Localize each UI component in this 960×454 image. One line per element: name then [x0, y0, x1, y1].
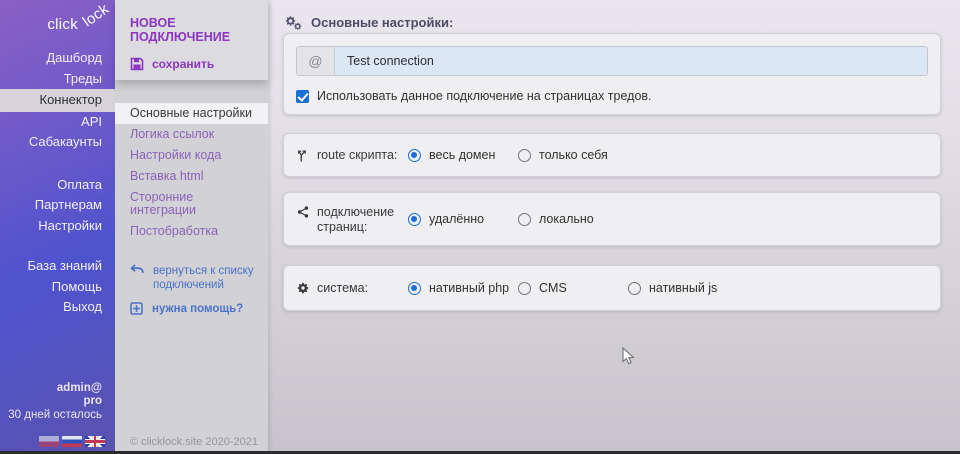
sidebar-item-dashboard[interactable]: Дашборд	[0, 48, 115, 69]
radio-native-php[interactable]: нативный php	[408, 281, 518, 295]
panel-header: НОВОЕ ПОДКЛЮЧЕНИЕ сохранить	[115, 0, 268, 80]
radio-native-js[interactable]: нативный js	[628, 281, 717, 295]
route-label: route скрипта:	[296, 147, 408, 163]
radio-label: весь домен	[429, 148, 495, 162]
connection-name-group: @	[296, 46, 928, 76]
radio-icon	[408, 282, 421, 295]
account-email: admin@	[8, 382, 102, 396]
gear-icon	[296, 280, 310, 294]
system-label: система:	[296, 280, 408, 296]
radio-icon	[518, 213, 531, 226]
poland-flag-icon[interactable]	[39, 436, 59, 447]
radio-label: нативный js	[649, 281, 717, 295]
radio-icon	[628, 282, 641, 295]
main-content: Основные настройки: @ Использовать данно…	[268, 0, 960, 454]
use-connection-row: Использовать данное подключение на стран…	[296, 89, 928, 103]
menu-item-basic-settings[interactable]: Основные настройки	[115, 103, 268, 124]
menu-item-integrations[interactable]: Сторонние интеграции	[115, 187, 268, 221]
use-connection-label: Использовать данное подключение на стран…	[317, 89, 652, 103]
save-button[interactable]: сохранить	[130, 57, 268, 71]
nav-gap	[0, 153, 115, 175]
radio-label: нативный php	[429, 281, 509, 295]
need-help-link[interactable]: нужна помощь?	[130, 302, 268, 316]
clicklock-logo: click lock	[0, 0, 115, 48]
route-icon	[296, 147, 310, 162]
pages-connection-label: подключение страниц:	[296, 204, 408, 235]
sidebar-item-connector[interactable]: Коннектор	[0, 89, 115, 112]
primary-sidebar: click lock Дашборд Треды Коннектор API С…	[0, 0, 115, 454]
account-info: admin@ pro 30 дней осталось	[8, 382, 102, 423]
system-label-text: система:	[317, 280, 368, 296]
panel-title: НОВОЕ ПОДКЛЮЧЕНИЕ	[115, 0, 268, 44]
radio-only-self[interactable]: только себя	[518, 148, 608, 162]
account-days-left: 30 дней осталось	[8, 409, 102, 423]
help-link-label: нужна помощь?	[152, 302, 243, 316]
radio-label: локально	[539, 212, 594, 226]
help-plus-icon	[130, 302, 143, 315]
page-header: Основные настройки:	[283, 0, 941, 33]
logo-text-click: click	[47, 16, 78, 33]
back-link-label: вернуться к списку подключений	[153, 264, 261, 292]
main-nav: Дашборд Треды Коннектор API Сабакаунты О…	[0, 48, 115, 318]
radio-icon	[408, 149, 421, 162]
sidebar-item-threads[interactable]: Треды	[0, 69, 115, 90]
account-plan: pro	[8, 395, 102, 409]
connection-name-card: @ Использовать данное подключение на стр…	[283, 33, 941, 115]
radio-remote[interactable]: удалённо	[408, 212, 518, 226]
radio-label: только себя	[539, 148, 608, 162]
mouse-cursor	[622, 347, 636, 365]
panel-links: вернуться к списку подключений нужна пом…	[115, 264, 268, 316]
sidebar-item-logout[interactable]: Выход	[0, 297, 115, 318]
page-title: Основные настройки:	[311, 15, 453, 30]
route-label-text: route скрипта:	[317, 147, 397, 163]
sidebar-item-knowledge-base[interactable]: База знаний	[0, 256, 115, 277]
radio-whole-domain[interactable]: весь домен	[408, 148, 518, 162]
radio-icon	[518, 282, 531, 295]
nav-gap	[0, 236, 115, 256]
route-settings-card: route скрипта: весь домен только себя	[283, 133, 941, 177]
menu-item-postprocessing[interactable]: Постобработка	[115, 221, 268, 242]
logo-text-lock: lock	[80, 1, 113, 31]
radio-label: удалённо	[429, 212, 484, 226]
connection-name-input[interactable]	[335, 47, 927, 75]
save-button-label: сохранить	[152, 57, 214, 71]
menu-item-code-settings[interactable]: Настройки кода	[115, 145, 268, 166]
floppy-save-icon	[130, 57, 144, 71]
sidebar-item-subaccounts[interactable]: Сабакаунты	[0, 132, 115, 153]
russia-flag-icon[interactable]	[62, 436, 82, 447]
pages-connection-label-text: подключение страниц:	[317, 204, 408, 235]
sidebar-item-api[interactable]: API	[0, 112, 115, 133]
undo-arrow-icon	[130, 264, 144, 276]
double-gear-icon	[283, 14, 302, 31]
radio-local[interactable]: локально	[518, 212, 594, 226]
back-to-connections-link[interactable]: вернуться к списку подключений	[130, 264, 268, 292]
connection-settings-menu: Основные настройки Логика ссылок Настрой…	[115, 103, 268, 242]
sidebar-item-settings[interactable]: Настройки	[0, 216, 115, 237]
share-icon	[296, 204, 310, 218]
sidebar-item-partners[interactable]: Партнерам	[0, 195, 115, 216]
app-window: click lock Дашборд Треды Коннектор API С…	[0, 0, 960, 454]
menu-item-html-insert[interactable]: Вставка html	[115, 166, 268, 187]
secondary-sidebar: НОВОЕ ПОДКЛЮЧЕНИЕ сохранить Основные нас…	[115, 0, 268, 454]
copyright-text: © clicklock.site 2020-2021	[130, 436, 258, 448]
pages-connection-card: подключение страниц: удалённо локально	[283, 192, 941, 246]
at-prefix-icon: @	[297, 47, 335, 75]
radio-icon	[518, 149, 531, 162]
radio-label: CMS	[539, 281, 567, 295]
menu-item-link-logic[interactable]: Логика ссылок	[115, 124, 268, 145]
uk-flag-icon[interactable]	[85, 436, 105, 447]
language-switcher	[39, 436, 105, 447]
sidebar-item-payment[interactable]: Оплата	[0, 175, 115, 196]
use-connection-checkbox[interactable]	[296, 90, 309, 103]
system-card: система: нативный php CMS нативный js	[283, 265, 941, 311]
radio-cms[interactable]: CMS	[518, 281, 628, 295]
sidebar-item-help[interactable]: Помощь	[0, 277, 115, 298]
radio-icon	[408, 213, 421, 226]
